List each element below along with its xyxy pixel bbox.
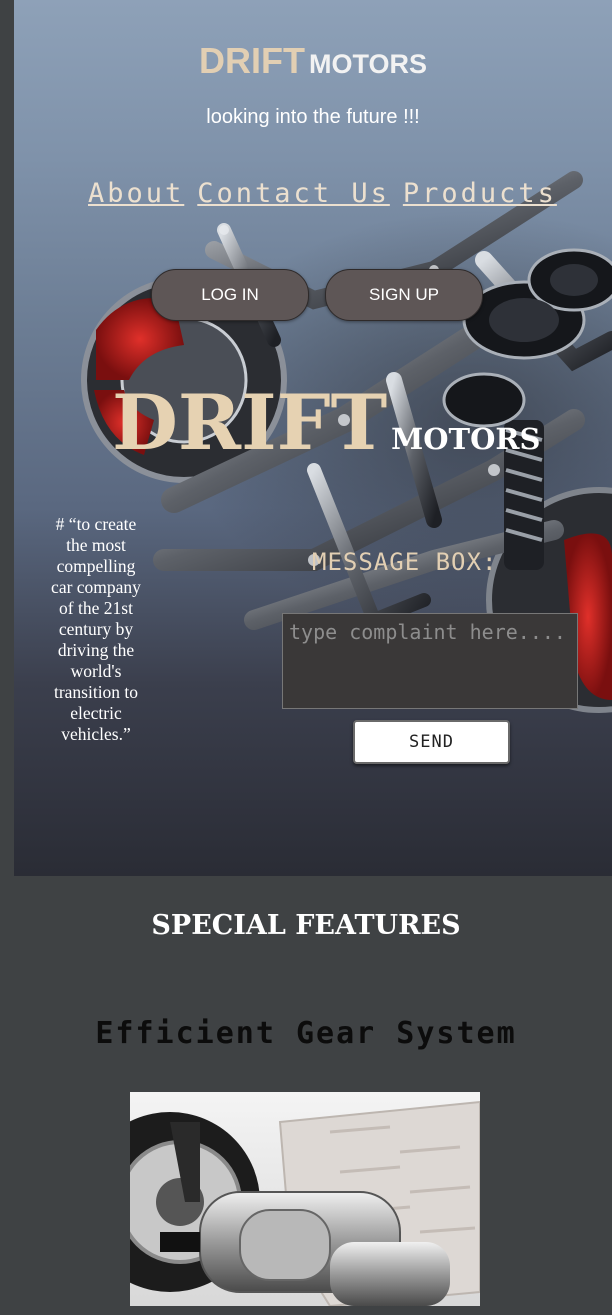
login-button[interactable]: LOG IN <box>151 269 309 321</box>
ev-drivetrain-image <box>130 1092 480 1306</box>
nav-link-about[interactable]: About <box>88 178 184 209</box>
brand-secondary: MOTORS <box>308 49 427 79</box>
mission-quote: # “to create the most compelling car com… <box>51 514 141 744</box>
hero-brand: DRIFT MOTORS <box>112 378 540 467</box>
complaint-input[interactable] <box>282 613 578 709</box>
hero-section: DRIFT MOTORS looking into the future !!! … <box>14 0 612 876</box>
signup-button[interactable]: SIGN UP <box>325 269 483 321</box>
nav-link-products[interactable]: Products <box>403 178 557 209</box>
tagline: looking into the future !!! <box>206 106 420 128</box>
brand-primary: DRIFT <box>199 40 305 81</box>
hero-brand-secondary: MOTORS <box>391 422 541 456</box>
send-button[interactable]: SEND <box>353 720 510 764</box>
features-title: SPECIAL FEATURES <box>151 910 461 941</box>
nav-link-contact[interactable]: Contact Us <box>197 178 390 209</box>
site-brand: DRIFT MOTORS <box>14 40 612 82</box>
message-box-label: MESSAGE BOX: <box>312 548 498 576</box>
hero-brand-primary: DRIFT <box>112 378 388 467</box>
main-nav: About Contact Us Products <box>88 178 570 209</box>
feature-title: Efficient Gear System <box>95 1016 517 1051</box>
